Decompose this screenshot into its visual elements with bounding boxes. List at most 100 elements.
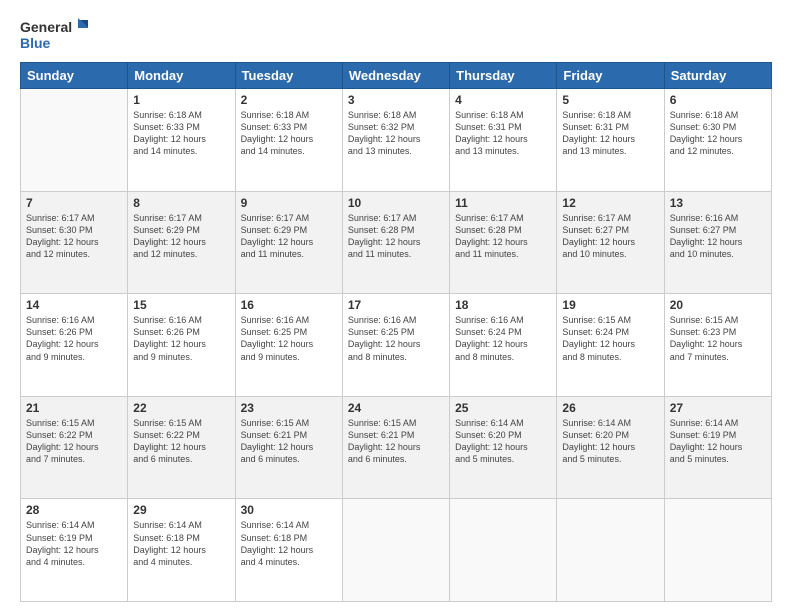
calendar-cell: 21 Sunrise: 6:15 AMSunset: 6:22 PMDayligh… — [21, 396, 128, 499]
day-number: 14 — [26, 298, 122, 312]
cell-content: Sunrise: 6:16 AMSunset: 6:26 PMDaylight:… — [26, 314, 122, 363]
page-header: General Blue — [20, 16, 772, 54]
calendar-cell — [21, 89, 128, 192]
calendar-cell: 8 Sunrise: 6:17 AMSunset: 6:29 PMDaylight… — [128, 191, 235, 294]
calendar-cell — [557, 499, 664, 602]
calendar-cell — [664, 499, 771, 602]
calendar-week-row: 21 Sunrise: 6:15 AMSunset: 6:22 PMDayligh… — [21, 396, 772, 499]
calendar-week-row: 1Sunrise: 6:18 AMSunset: 6:33 PMDaylight… — [21, 89, 772, 192]
calendar-week-row: 7 Sunrise: 6:17 AMSunset: 6:30 PMDaylight… — [21, 191, 772, 294]
calendar-cell: 28 Sunrise: 6:14 AMSunset: 6:19 PMDayligh… — [21, 499, 128, 602]
calendar-cell: 19 Sunrise: 6:15 AMSunset: 6:24 PMDayligh… — [557, 294, 664, 397]
calendar-cell — [450, 499, 557, 602]
cell-content: Sunrise: 6:14 AMSunset: 6:19 PMDaylight:… — [26, 519, 122, 568]
day-number: 10 — [348, 196, 444, 210]
cell-content: Sunrise: 6:17 AMSunset: 6:29 PMDaylight:… — [133, 212, 229, 261]
cell-content: Sunrise: 6:14 AMSunset: 6:18 PMDaylight:… — [133, 519, 229, 568]
svg-text:Blue: Blue — [20, 35, 51, 51]
day-number: 23 — [241, 401, 337, 415]
calendar-cell: 1Sunrise: 6:18 AMSunset: 6:33 PMDaylight… — [128, 89, 235, 192]
calendar-cell: 14 Sunrise: 6:16 AMSunset: 6:26 PMDayligh… — [21, 294, 128, 397]
day-number: 21 — [26, 401, 122, 415]
calendar-cell: 5 Sunrise: 6:18 AMSunset: 6:31 PMDaylight… — [557, 89, 664, 192]
calendar-cell: 20 Sunrise: 6:15 AMSunset: 6:23 PMDayligh… — [664, 294, 771, 397]
day-number: 9 — [241, 196, 337, 210]
cell-content: Sunrise: 6:17 AMSunset: 6:27 PMDaylight:… — [562, 212, 658, 261]
cell-content: Sunrise: 6:18 AMSunset: 6:31 PMDaylight:… — [455, 109, 551, 158]
cell-content: Sunrise: 6:15 AMSunset: 6:21 PMDaylight:… — [348, 417, 444, 466]
day-number: 18 — [455, 298, 551, 312]
calendar-cell: 24 Sunrise: 6:15 AMSunset: 6:21 PMDayligh… — [342, 396, 449, 499]
day-number: 28 — [26, 503, 122, 517]
calendar-cell: 11 Sunrise: 6:17 AMSunset: 6:28 PMDayligh… — [450, 191, 557, 294]
day-number: 29 — [133, 503, 229, 517]
calendar-table: SundayMondayTuesdayWednesdayThursdayFrid… — [20, 62, 772, 602]
weekday-header-thursday: Thursday — [450, 63, 557, 89]
calendar-cell: 27 Sunrise: 6:14 AMSunset: 6:19 PMDayligh… — [664, 396, 771, 499]
weekday-header-tuesday: Tuesday — [235, 63, 342, 89]
svg-text:General: General — [20, 19, 72, 35]
cell-content: Sunrise: 6:18 AMSunset: 6:32 PMDaylight:… — [348, 109, 444, 158]
calendar-cell: 18 Sunrise: 6:16 AMSunset: 6:24 PMDayligh… — [450, 294, 557, 397]
day-number: 16 — [241, 298, 337, 312]
cell-content: Sunrise: 6:15 AMSunset: 6:22 PMDaylight:… — [26, 417, 122, 466]
weekday-header-monday: Monday — [128, 63, 235, 89]
calendar-cell: 23Sunrise: 6:15 AMSunset: 6:21 PMDayligh… — [235, 396, 342, 499]
calendar-cell — [342, 499, 449, 602]
cell-content: Sunrise: 6:18 AMSunset: 6:30 PMDaylight:… — [670, 109, 766, 158]
calendar-cell: 2Sunrise: 6:18 AMSunset: 6:33 PMDaylight… — [235, 89, 342, 192]
day-number: 26 — [562, 401, 658, 415]
weekday-header-friday: Friday — [557, 63, 664, 89]
calendar-cell: 6Sunrise: 6:18 AMSunset: 6:30 PMDaylight… — [664, 89, 771, 192]
calendar-cell: 16 Sunrise: 6:16 AMSunset: 6:25 PMDayligh… — [235, 294, 342, 397]
cell-content: Sunrise: 6:16 AMSunset: 6:26 PMDaylight:… — [133, 314, 229, 363]
logo-svg: General Blue — [20, 16, 90, 54]
cell-content: Sunrise: 6:16 AMSunset: 6:27 PMDaylight:… — [670, 212, 766, 261]
calendar-cell: 29 Sunrise: 6:14 AMSunset: 6:18 PMDayligh… — [128, 499, 235, 602]
cell-content: Sunrise: 6:17 AMSunset: 6:28 PMDaylight:… — [455, 212, 551, 261]
calendar-cell: 3Sunrise: 6:18 AMSunset: 6:32 PMDaylight… — [342, 89, 449, 192]
cell-content: Sunrise: 6:15 AMSunset: 6:22 PMDaylight:… — [133, 417, 229, 466]
day-number: 25 — [455, 401, 551, 415]
day-number: 22 — [133, 401, 229, 415]
cell-content: Sunrise: 6:16 AMSunset: 6:25 PMDaylight:… — [241, 314, 337, 363]
calendar-cell: 22 Sunrise: 6:15 AMSunset: 6:22 PMDayligh… — [128, 396, 235, 499]
calendar-cell: 9 Sunrise: 6:17 AMSunset: 6:29 PMDaylight… — [235, 191, 342, 294]
cell-content: Sunrise: 6:17 AMSunset: 6:29 PMDaylight:… — [241, 212, 337, 261]
calendar-cell: 10 Sunrise: 6:17 AMSunset: 6:28 PMDayligh… — [342, 191, 449, 294]
day-number: 27 — [670, 401, 766, 415]
cell-content: Sunrise: 6:14 AMSunset: 6:20 PMDaylight:… — [455, 417, 551, 466]
calendar-cell: 4Sunrise: 6:18 AMSunset: 6:31 PMDaylight… — [450, 89, 557, 192]
day-number: 11 — [455, 196, 551, 210]
cell-content: Sunrise: 6:15 AMSunset: 6:24 PMDaylight:… — [562, 314, 658, 363]
day-number: 8 — [133, 196, 229, 210]
cell-content: Sunrise: 6:18 AMSunset: 6:33 PMDaylight:… — [133, 109, 229, 158]
weekday-header-wednesday: Wednesday — [342, 63, 449, 89]
calendar-cell: 7 Sunrise: 6:17 AMSunset: 6:30 PMDaylight… — [21, 191, 128, 294]
day-number: 19 — [562, 298, 658, 312]
calendar-cell: 15Sunrise: 6:16 AMSunset: 6:26 PMDayligh… — [128, 294, 235, 397]
cell-content: Sunrise: 6:14 AMSunset: 6:19 PMDaylight:… — [670, 417, 766, 466]
cell-content: Sunrise: 6:17 AMSunset: 6:28 PMDaylight:… — [348, 212, 444, 261]
day-number: 7 — [26, 196, 122, 210]
cell-content: Sunrise: 6:17 AMSunset: 6:30 PMDaylight:… — [26, 212, 122, 261]
calendar-cell: 12 Sunrise: 6:17 AMSunset: 6:27 PMDayligh… — [557, 191, 664, 294]
calendar-week-row: 28 Sunrise: 6:14 AMSunset: 6:19 PMDayligh… — [21, 499, 772, 602]
calendar-week-row: 14 Sunrise: 6:16 AMSunset: 6:26 PMDayligh… — [21, 294, 772, 397]
day-number: 20 — [670, 298, 766, 312]
logo: General Blue — [20, 16, 90, 54]
weekday-header-row: SundayMondayTuesdayWednesdayThursdayFrid… — [21, 63, 772, 89]
weekday-header-sunday: Sunday — [21, 63, 128, 89]
day-number: 2 — [241, 93, 337, 107]
cell-content: Sunrise: 6:16 AMSunset: 6:25 PMDaylight:… — [348, 314, 444, 363]
cell-content: Sunrise: 6:14 AMSunset: 6:20 PMDaylight:… — [562, 417, 658, 466]
calendar-cell: 13Sunrise: 6:16 AMSunset: 6:27 PMDayligh… — [664, 191, 771, 294]
day-number: 24 — [348, 401, 444, 415]
cell-content: Sunrise: 6:18 AMSunset: 6:31 PMDaylight:… — [562, 109, 658, 158]
cell-content: Sunrise: 6:15 AMSunset: 6:23 PMDaylight:… — [670, 314, 766, 363]
day-number: 5 — [562, 93, 658, 107]
weekday-header-saturday: Saturday — [664, 63, 771, 89]
cell-content: Sunrise: 6:16 AMSunset: 6:24 PMDaylight:… — [455, 314, 551, 363]
calendar-cell: 25 Sunrise: 6:14 AMSunset: 6:20 PMDayligh… — [450, 396, 557, 499]
day-number: 12 — [562, 196, 658, 210]
